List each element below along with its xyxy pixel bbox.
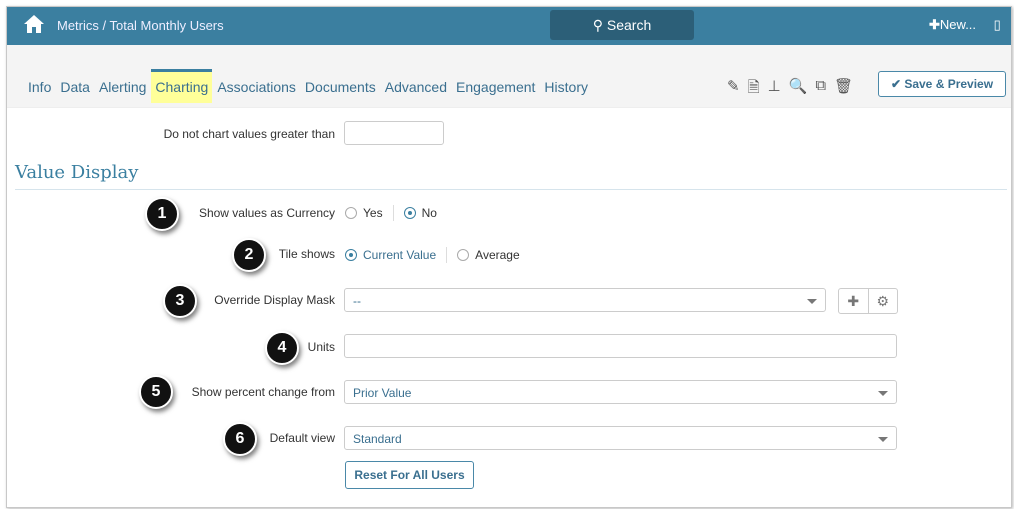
home-icon[interactable] — [23, 14, 45, 34]
radio-label: No — [421, 206, 437, 220]
currency-label: Show values as Currency — [198, 206, 335, 220]
tab-engagement[interactable]: Engagement — [452, 69, 539, 103]
mask-buttons: ✚ ⚙ — [838, 288, 898, 314]
save-label: Save & Preview — [904, 77, 994, 91]
mask-value: -- — [353, 294, 361, 308]
breadcrumb[interactable]: Metrics / Total Monthly Users — [57, 18, 224, 33]
chevron-down-icon — [878, 391, 888, 396]
tabs: Info Data Alerting Charting Associations Docu… — [24, 69, 593, 103]
radio-current-value[interactable] — [345, 249, 357, 261]
plus-icon: ✚ — [929, 17, 940, 32]
tab-data[interactable]: Data — [56, 69, 94, 103]
mask-select[interactable]: -- — [344, 288, 826, 312]
max-value-label: Do not chart values greater than — [163, 127, 335, 141]
mask-label: Override Display Mask — [214, 293, 335, 307]
trash-icon[interactable]: 🗑 — [834, 77, 853, 102]
radio-label: Current Value — [363, 248, 437, 262]
tab-associations[interactable]: Associations — [213, 69, 300, 103]
view-label: Default view — [269, 431, 335, 445]
tab-charting[interactable]: Charting — [151, 69, 213, 103]
radio-no[interactable] — [403, 207, 416, 219]
max-value-input[interactable] — [344, 121, 444, 145]
plus-icon[interactable]: ✚ — [839, 289, 869, 313]
check-icon: ✔ — [890, 77, 905, 91]
copy-icon[interactable]: ⧉ — [815, 77, 826, 102]
new-button[interactable]: ✚New... ▯ — [929, 17, 1001, 33]
search-button[interactable]: ⚲ Search — [550, 10, 694, 40]
search-label: Search — [606, 17, 652, 33]
copy-icon[interactable]: ▯ — [994, 17, 1001, 32]
top-bar: Metrics / Total Monthly Users ⚲ Search ✚… — [7, 7, 1011, 45]
radio-yes[interactable] — [345, 207, 357, 219]
hierarchy-icon[interactable]: ⊥ — [768, 77, 781, 102]
tab-advanced[interactable]: Advanced — [381, 69, 451, 103]
search-icon[interactable]: 🔍 — [789, 77, 808, 102]
radio-average[interactable] — [457, 249, 470, 261]
new-label: New... — [939, 17, 977, 32]
tile-radios: Current Value Average — [345, 247, 520, 263]
search-icon: ⚲ — [592, 17, 607, 33]
tile-label: Tile shows — [278, 247, 335, 261]
tab-history[interactable]: History — [540, 69, 592, 103]
save-preview-button[interactable]: ✔ Save & Preview — [878, 71, 1006, 97]
units-label: Units — [307, 340, 335, 354]
tab-documents[interactable]: Documents — [301, 69, 380, 103]
percent-select[interactable]: Prior Value — [344, 380, 897, 404]
units-input[interactable] — [344, 334, 897, 358]
radio-label: Average — [475, 248, 520, 262]
view-select[interactable]: Standard — [344, 426, 897, 450]
tab-info[interactable]: Info — [24, 69, 55, 103]
toolbar-icons: ✎ 🗎 ⊥ 🔍 ⧉ 🗑 — [727, 77, 853, 102]
tab-bar: Info Data Alerting Charting Associations Docu… — [7, 45, 1011, 108]
chevron-down-icon — [878, 437, 888, 442]
percent-label: Show percent change from — [191, 385, 335, 399]
reset-button[interactable]: Reset For All Users — [345, 461, 474, 489]
app-window: Metrics / Total Monthly Users ⚲ Search ✚… — [6, 6, 1012, 508]
divider — [15, 189, 1007, 190]
tab-alerting[interactable]: Alerting — [95, 69, 150, 103]
percent-value: Prior Value — [353, 386, 412, 400]
gear-icon[interactable]: ⚙ — [869, 289, 898, 313]
edit-icon[interactable]: ✎ — [727, 77, 740, 102]
chevron-down-icon — [807, 299, 817, 304]
view-value: Standard — [353, 432, 402, 446]
document-icon[interactable]: 🗎 — [748, 77, 760, 102]
currency-radios: Yes No — [345, 205, 437, 221]
section-title: Value Display — [15, 162, 139, 183]
radio-label: Yes — [363, 206, 383, 220]
